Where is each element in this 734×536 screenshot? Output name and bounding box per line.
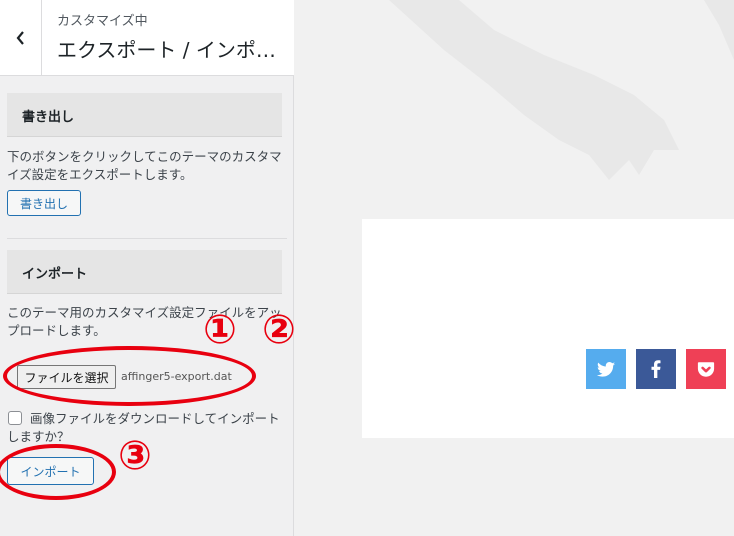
annotation-marker-3: ③	[118, 433, 152, 479]
pocket-icon	[697, 361, 715, 377]
facebook-share-button[interactable]	[636, 349, 676, 389]
chevron-left-icon	[16, 30, 24, 45]
annotation-ring-file	[3, 346, 256, 406]
download-images-checkbox[interactable]	[8, 411, 22, 425]
eagle-watermark-icon	[389, 0, 734, 180]
header-text: カスタマイズ中 エクスポート / インポート	[57, 14, 287, 62]
export-section-heading: 書き出し	[7, 93, 282, 137]
annotation-marker-1: ①	[203, 307, 237, 353]
header-subtitle: カスタマイズ中	[57, 14, 148, 29]
export-description: 下のボタンをクリックしてこのテーマのカスタマイズ設定をエクスポートします。	[7, 149, 282, 182]
content-card	[362, 219, 734, 438]
back-button[interactable]	[0, 0, 42, 75]
pocket-share-button[interactable]	[686, 349, 726, 389]
panel-header: カスタマイズ中 エクスポート / インポート	[0, 0, 294, 76]
annotation-marker-2: ②	[262, 307, 296, 353]
page-title: エクスポート / インポート	[57, 38, 277, 62]
import-description: このテーマ用のカスタマイズ設定ファイルをアップロードします。	[7, 305, 282, 338]
import-section-heading: インポート	[7, 250, 282, 294]
section-divider	[7, 238, 287, 239]
export-button[interactable]: 書き出し	[7, 190, 81, 216]
twitter-share-button[interactable]	[586, 349, 626, 389]
annotation-ring-import	[0, 444, 116, 500]
site-preview	[294, 0, 734, 536]
facebook-icon	[651, 360, 661, 378]
twitter-icon	[597, 361, 615, 377]
